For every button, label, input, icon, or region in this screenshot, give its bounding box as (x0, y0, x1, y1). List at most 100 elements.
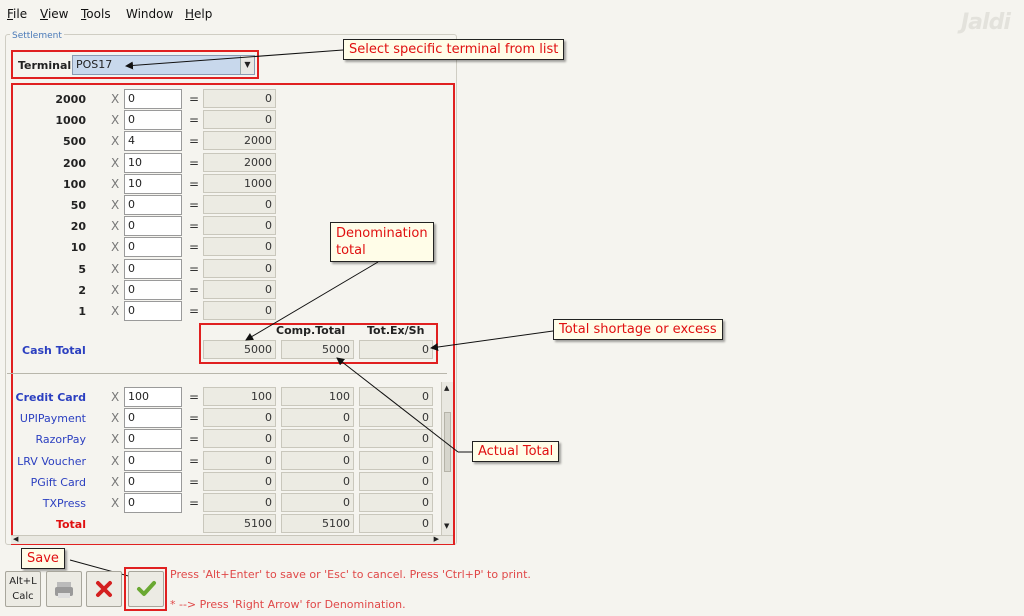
denomination-qty-input[interactable]: 10 (124, 173, 182, 194)
multiply-sign: X (111, 113, 120, 128)
denomination-qty-input[interactable]: 0 (124, 301, 182, 321)
denomination-label: 1 (78, 305, 86, 318)
multiply-sign: X (111, 261, 120, 276)
denomination-amount: 0 (203, 279, 276, 299)
print-button[interactable] (46, 571, 82, 607)
payment-qty-input[interactable]: 100 (124, 387, 182, 407)
denomination-label: 5 (78, 262, 86, 276)
denomination-amount: 0 (203, 110, 276, 130)
denomination-label: 10 (70, 241, 86, 255)
equals-sign: = (189, 411, 200, 426)
multiply-sign: X (111, 176, 120, 191)
denomination-qty-input[interactable]: 0 (124, 258, 182, 279)
calculator-button[interactable]: Alt+L Calc (5, 571, 41, 607)
equals-sign: = (189, 134, 200, 149)
payment-comp-total: 0 (281, 450, 354, 470)
grand-total-exsh: 0 (359, 514, 433, 533)
multiply-sign: X (111, 134, 120, 149)
payment-label: RazorPay (35, 433, 86, 447)
payment-comp-total: 0 (281, 408, 354, 428)
payment-comp-total: 0 (281, 493, 354, 512)
shortcut-hint: Press 'Alt+Enter' to save or 'Esc' to ca… (170, 568, 531, 581)
scroll-up-icon[interactable]: ▲ (444, 384, 449, 392)
denomination-label: 200 (63, 156, 86, 170)
denomination-label: 1000 (55, 114, 86, 128)
payment-qty-input[interactable]: 0 (124, 408, 182, 429)
denomination-amount: 1000 (203, 173, 276, 193)
payment-comp-total: 0 (281, 471, 354, 491)
cash-total-label: Cash Total (22, 344, 86, 357)
horizontal-scrollbar[interactable]: ◀ ▶ (11, 535, 453, 544)
equals-sign: = (189, 219, 200, 234)
denomination-amount: 0 (203, 258, 276, 278)
payment-label: TXPress (42, 497, 86, 510)
payment-qty-input[interactable]: 0 (124, 429, 182, 450)
denomination-qty-input[interactable]: 0 (124, 195, 182, 215)
equals-sign: = (189, 390, 200, 404)
denomination-amount: 0 (203, 301, 276, 320)
close-icon (96, 581, 112, 597)
chevron-down-icon[interactable]: ▼ (240, 56, 254, 74)
payment-qty-input[interactable]: 0 (124, 493, 182, 513)
cash-ex-sh-total: 0 (359, 340, 433, 359)
multiply-sign: X (111, 240, 120, 255)
denomination-qty-input[interactable]: 0 (124, 89, 182, 109)
payment-amount: 0 (203, 471, 276, 491)
scroll-thumb[interactable] (444, 412, 451, 472)
payment-label: LRV Voucher (17, 454, 86, 468)
equals-sign: = (189, 496, 200, 510)
equals-sign: = (189, 113, 200, 128)
terminal-label: Terminal (18, 59, 72, 72)
callout-shortage: Total shortage or excess (553, 319, 723, 340)
denomination-qty-input[interactable]: 4 (124, 131, 182, 152)
equals-sign: = (189, 198, 200, 212)
multiply-sign: X (111, 198, 120, 212)
denomination-amount: 0 (203, 237, 276, 257)
denomination-label: 100 (63, 177, 86, 191)
menu-tools[interactable]: Tools (81, 7, 111, 21)
scroll-left-icon[interactable]: ◀ (13, 535, 18, 543)
checkmark-icon (137, 581, 156, 596)
menu-window[interactable]: Window (126, 7, 173, 21)
comp-total-header: Comp.Total (276, 324, 346, 337)
payment-amount: 0 (203, 429, 276, 449)
payment-ex-sh: 0 (359, 429, 433, 449)
payment-ex-sh: 0 (359, 450, 433, 470)
payment-qty-input[interactable]: 0 (124, 471, 182, 492)
payment-qty-input[interactable]: 0 (124, 450, 182, 471)
payment-ex-sh: 0 (359, 493, 433, 512)
grand-total-comp: 5100 (281, 514, 354, 533)
cancel-button[interactable] (86, 571, 122, 607)
denomination-qty-input[interactable]: 10 (124, 152, 182, 173)
payment-label: PGift Card (30, 475, 86, 489)
denomination-qty-input[interactable]: 0 (124, 110, 182, 131)
denomination-label: 2000 (55, 93, 86, 106)
multiply-sign: X (111, 92, 120, 106)
vertical-scrollbar[interactable]: ▲ ▼ (441, 382, 453, 535)
terminal-dropdown[interactable]: POS17 ▼ (72, 55, 255, 75)
scroll-down-icon[interactable]: ▼ (444, 522, 449, 530)
calc-shortcut-label: Alt+L (9, 576, 37, 587)
denomination-label: 500 (63, 135, 86, 149)
denomination-amount: 2000 (203, 131, 276, 151)
cash-comp-total: 5000 (281, 340, 354, 359)
denomination-amount: 0 (203, 195, 276, 214)
menu-help[interactable]: Help (185, 7, 212, 21)
denomination-label: 50 (70, 199, 86, 212)
equals-sign: = (189, 261, 200, 276)
denomination-label: 20 (70, 220, 86, 234)
calc-label: Calc (12, 591, 34, 602)
equals-sign: = (189, 453, 200, 468)
save-button[interactable] (128, 571, 164, 607)
menu-bar: File View Tools Window Help (0, 0, 1024, 28)
denomination-qty-input[interactable]: 0 (124, 237, 182, 258)
payment-comp-total: 100 (281, 387, 354, 406)
denomination-qty-input[interactable]: 0 (124, 216, 182, 237)
equals-sign: = (189, 176, 200, 191)
denomination-qty-input[interactable]: 0 (124, 279, 182, 300)
scroll-right-icon[interactable]: ▶ (434, 535, 439, 543)
payment-label: UPIPayment (19, 412, 86, 426)
menu-view[interactable]: View (40, 7, 68, 21)
menu-file[interactable]: File (7, 7, 27, 21)
payment-ex-sh: 0 (359, 387, 433, 406)
